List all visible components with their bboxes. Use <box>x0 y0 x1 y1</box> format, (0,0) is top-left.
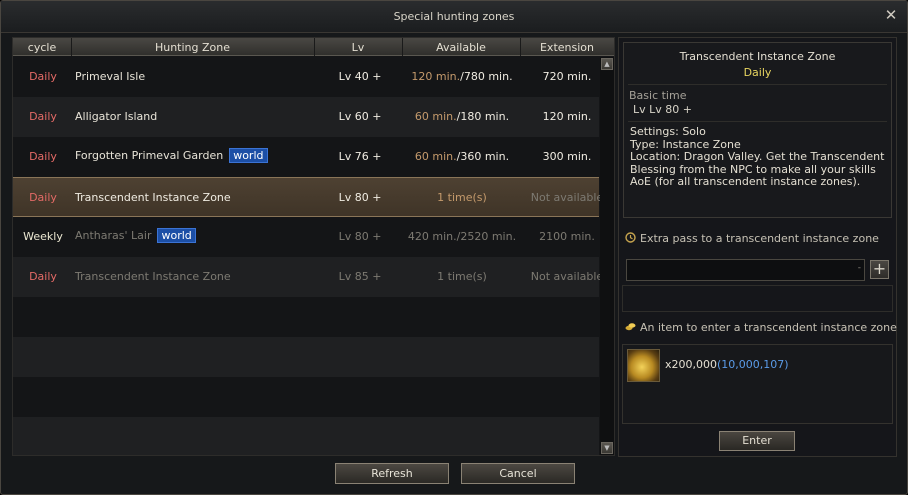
extra-pass-title: Extra pass to a transcendent instance zo… <box>640 232 879 245</box>
extra-pass-slot <box>622 285 893 312</box>
row-level: Lv 40 + <box>338 70 382 83</box>
row-cycle: Daily <box>29 150 57 163</box>
selected-zone-name: Transcendent Instance Zone <box>679 50 836 63</box>
row-level: Lv 60 + <box>338 110 382 123</box>
row-cycle: Daily <box>29 70 57 83</box>
extra-pass-dropdown[interactable]: - <box>626 259 865 281</box>
item-required: x200,000 <box>665 358 717 371</box>
row-level: Lv 85 + <box>338 270 382 283</box>
selected-zone-cycle: Daily <box>743 66 772 79</box>
entry-item-count: x200,000(10,000,107) <box>665 358 789 371</box>
header-extension: Extension <box>539 41 594 54</box>
cancel-button[interactable]: Cancel <box>461 463 575 484</box>
table-header: cycle Hunting Zone Lv Available Extensio… <box>13 38 614 56</box>
row-available-remaining: 120 min. <box>411 70 461 83</box>
header-available: Available <box>436 41 486 54</box>
row-available: 1 time(s) <box>437 191 487 204</box>
arrow-up-icon[interactable]: ▲ <box>601 58 613 70</box>
row-level: Lv 80 + <box>338 191 382 204</box>
row-zone-label: Antharas' Lair <box>75 229 152 242</box>
row-available: 60 min./360 min. <box>403 150 521 163</box>
zone-detail-box: Transcendent Instance Zone Daily Basic t… <box>623 42 892 218</box>
table-row-selected[interactable]: Daily Transcendent Instance Zone Lv 80 +… <box>13 177 603 217</box>
row-level: Lv 80 + <box>338 230 382 243</box>
empty-row <box>13 297 599 337</box>
table-row[interactable]: Daily Primeval Isle Lv 40 + 120 min./780… <box>13 57 599 97</box>
header-cycle: cycle <box>27 41 57 54</box>
window-title: Special hunting zones <box>393 10 515 23</box>
title-bar[interactable]: Special hunting zones ✕ <box>1 1 907 33</box>
table-row[interactable]: Daily Transcendent Instance Zone Lv 85 +… <box>13 257 603 297</box>
clock-icon <box>625 232 636 243</box>
table-scrollbar[interactable] <box>600 57 614 455</box>
header-hunting-zone: Hunting Zone <box>154 41 231 54</box>
chevron-down-icon: - <box>857 263 861 273</box>
row-available-total: /360 min. <box>456 150 510 163</box>
table-row[interactable]: Daily Forgotten Primeval Garden world Lv … <box>13 137 599 177</box>
close-icon[interactable]: ✕ <box>883 7 899 23</box>
row-available-remaining: 60 min. <box>414 150 457 163</box>
divider <box>628 121 887 122</box>
zone-info-panel: Transcendent Instance Zone Daily Basic t… <box>618 37 897 457</box>
refresh-button[interactable]: Refresh <box>335 463 449 484</box>
row-available-total: /180 min. <box>456 110 510 123</box>
world-tag: world <box>229 148 268 163</box>
hunting-zone-table: cycle Hunting Zone Lv Available Extensio… <box>12 37 615 456</box>
enter-button[interactable]: Enter <box>719 431 795 451</box>
entry-item-title: An item to enter a transcendent instance… <box>640 321 897 334</box>
basic-time-label: Basic time <box>629 89 687 102</box>
basic-time-value: Lv Lv 80 + <box>633 103 692 116</box>
arrow-down-icon[interactable]: ▼ <box>601 442 613 454</box>
empty-row <box>13 377 599 417</box>
entry-item-box: x200,000(10,000,107) <box>622 344 893 424</box>
row-zone-label: Forgotten Primeval Garden <box>75 149 224 162</box>
row-zone-name: Forgotten Primeval Garden world <box>75 148 268 163</box>
row-available-remaining: 60 min. <box>414 110 457 123</box>
row-level: Lv 76 + <box>338 150 382 163</box>
row-zone-name: Antharas' Lair world <box>75 228 196 243</box>
table-row[interactable]: Daily Alligator Island Lv 60 + 60 min./1… <box>13 97 599 137</box>
row-cycle: Daily <box>29 191 57 204</box>
extra-pass-section: Extra pass to a transcendent instance zo… <box>625 232 879 245</box>
row-cycle: Weekly <box>23 230 63 243</box>
row-available: 420 min./2520 min. <box>407 230 517 243</box>
empty-row <box>13 417 599 455</box>
table-row[interactable]: Weekly Antharas' Lair world Lv 80 + 420 m… <box>13 217 599 257</box>
empty-row <box>13 337 599 377</box>
row-available: 120 min./780 min. <box>403 70 521 83</box>
item-owned: (10,000,107) <box>717 358 789 371</box>
row-available-total: /780 min. <box>460 70 513 83</box>
zone-settings-text: Settings: Solo Type: Instance Zone Locat… <box>630 125 885 188</box>
plus-icon[interactable]: + <box>870 260 889 279</box>
row-cycle: Daily <box>29 110 57 123</box>
world-tag: world <box>157 228 196 243</box>
row-zone-name: Transcendent Instance Zone <box>75 270 231 283</box>
row-zone-name: Alligator Island <box>75 110 158 123</box>
table-body: Daily Primeval Isle Lv 40 + 120 min./780… <box>13 57 603 455</box>
row-available: 1 time(s) <box>437 270 487 283</box>
divider <box>628 84 887 85</box>
row-zone-name: Transcendent Instance Zone <box>75 191 231 204</box>
row-available: 60 min./180 min. <box>403 110 521 123</box>
special-hunting-zones-window: Special hunting zones ✕ cycle Hunting Zo… <box>0 0 908 495</box>
row-zone-name: Primeval Isle <box>75 70 146 83</box>
row-cycle: Daily <box>29 270 57 283</box>
coins-icon <box>625 323 636 331</box>
header-lv: Lv <box>351 41 365 54</box>
gold-coins-icon[interactable] <box>627 349 660 382</box>
entry-item-section: An item to enter a transcendent instance… <box>625 321 897 334</box>
